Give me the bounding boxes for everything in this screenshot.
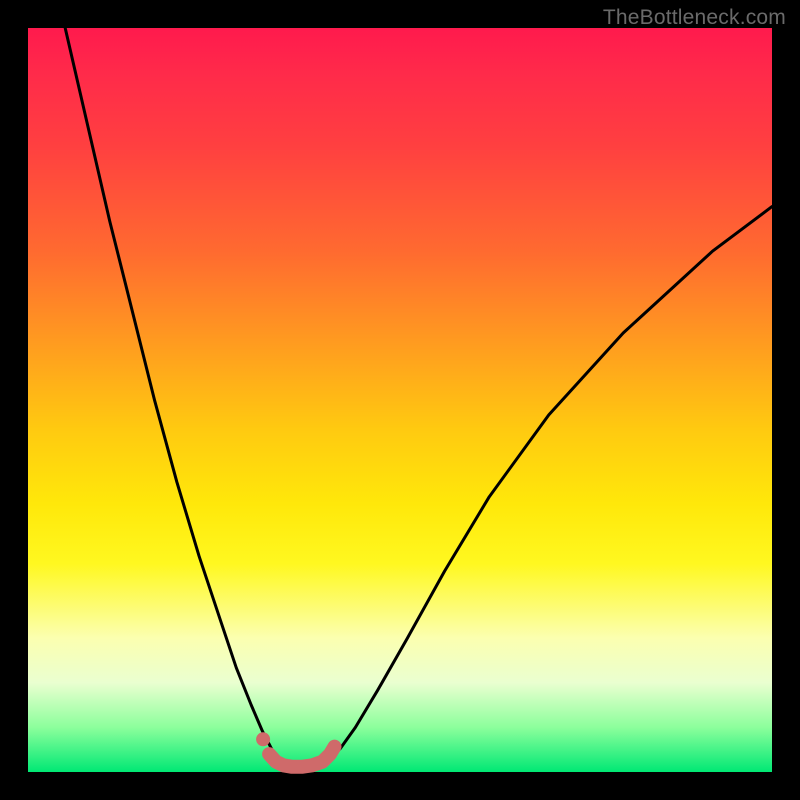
valley-dot (256, 732, 270, 746)
right-curve (329, 207, 772, 761)
plot-area (28, 28, 772, 772)
curve-svg (28, 28, 772, 772)
watermark-text: TheBottleneck.com (603, 6, 786, 30)
chart-frame: TheBottleneck.com (0, 0, 800, 800)
valley-marker (269, 747, 334, 767)
left-curve (65, 28, 279, 760)
